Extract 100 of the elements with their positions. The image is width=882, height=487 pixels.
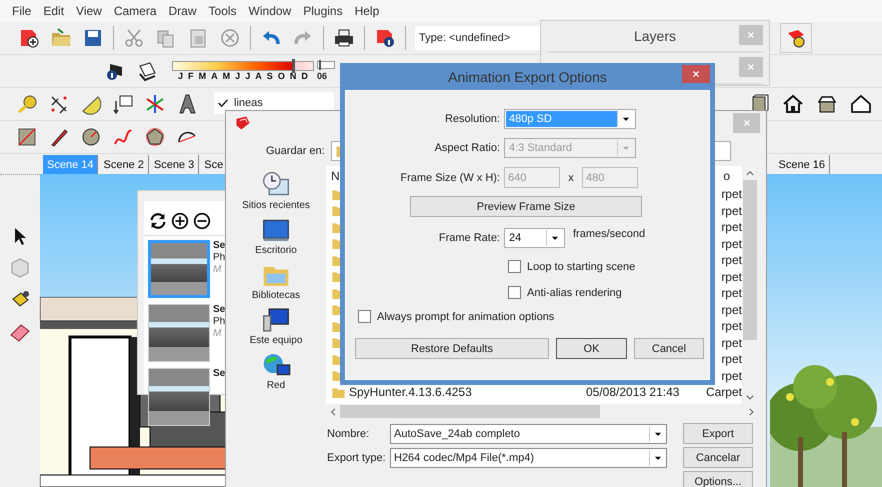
place-label[interactable]: Sitios recientes — [242, 200, 310, 211]
file-type: rpet — [720, 204, 742, 218]
menu-item[interactable]: View — [70, 4, 108, 18]
file-type: rpet — [720, 336, 742, 350]
export-type-label: Export type: — [327, 452, 387, 464]
scene-thumbnail[interactable] — [148, 240, 210, 298]
file-type: rpet — [720, 270, 742, 284]
month-label: S — [266, 71, 273, 81]
tape-measure-icon[interactable] — [16, 93, 38, 115]
scene-name: Se — [213, 304, 226, 316]
refresh-icon[interactable] — [148, 211, 168, 231]
month-label: J — [245, 71, 250, 81]
dialog-title: Animation Export Options — [448, 68, 607, 84]
month-label: J — [178, 71, 184, 81]
circle-icon[interactable] — [80, 126, 102, 148]
printer-icon[interactable] — [333, 27, 355, 49]
house-icon[interactable] — [850, 93, 872, 115]
rectangle-icon[interactable] — [16, 126, 38, 148]
checkbox-label: Anti-alias rendering — [527, 286, 622, 298]
menu-item[interactable]: Draw — [162, 4, 203, 18]
close-button[interactable] — [682, 65, 710, 83]
file-type: Carpet — [704, 385, 742, 400]
month-label: F — [188, 71, 194, 81]
menu-item[interactable]: Camera — [108, 4, 163, 18]
type-field[interactable]: Type: <undefined> — [415, 26, 542, 50]
time-slider[interactable] — [317, 61, 335, 69]
save-in-label: Guardar en: — [266, 145, 325, 157]
scene-name: Se — [213, 368, 226, 380]
resolution-label: Resolution: — [444, 113, 501, 125]
options-button[interactable]: Options... — [683, 471, 753, 487]
menu-item[interactable]: Plugins — [297, 4, 349, 18]
restore-defaults-button[interactable]: Restore Defaults — [355, 338, 549, 359]
scene-description: Ph — [213, 316, 226, 328]
file-type: rpet — [720, 187, 742, 202]
scene-note: M — [213, 328, 222, 340]
scene-thumbnail[interactable] — [148, 304, 210, 362]
menu-item[interactable]: Tools — [202, 4, 243, 18]
slider-thumb[interactable] — [318, 60, 321, 70]
month-label: A — [211, 71, 218, 81]
file-date: 05/08/2013 21:43 — [586, 385, 680, 400]
remove-icon[interactable] — [192, 211, 212, 231]
checkbox[interactable] — [358, 310, 371, 323]
place-label[interactable]: Escritorio — [255, 245, 297, 256]
checkbox-label: Always prompt for animation options — [377, 310, 554, 322]
file-type: rpet — [720, 220, 742, 234]
preview-frame-size-button[interactable]: Preview Frame Size — [410, 196, 642, 217]
place-label[interactable]: Este equipo — [250, 335, 302, 346]
checkbox[interactable] — [508, 286, 521, 299]
file-type: rpet — [720, 253, 742, 268]
scene-note: M — [213, 264, 222, 276]
frame-rate-dropdown[interactable]: 24 — [504, 228, 565, 248]
time-label: 06 — [317, 71, 328, 81]
file-name-label: Nombre: — [327, 428, 370, 440]
month-label: D — [301, 71, 308, 81]
ok-button[interactable]: OK — [556, 338, 627, 359]
place-label[interactable]: Red — [266, 380, 286, 391]
place-label[interactable]: Bibliotecas — [252, 290, 300, 301]
checkbox-label: Loop to starting scene — [527, 260, 636, 272]
month-label: M — [222, 71, 230, 81]
frame-rate-label: Frame Rate: — [438, 232, 501, 244]
menu-item[interactable]: Help — [348, 4, 386, 18]
panel-title[interactable]: Layers — [634, 28, 676, 44]
scene-thumbnail[interactable] — [148, 368, 210, 426]
text-label-icon[interactable] — [112, 93, 134, 115]
scene-description: Ph — [213, 252, 226, 264]
model-info-icon[interactable] — [374, 27, 396, 49]
month-label: N — [290, 71, 296, 81]
file-type: rpet — [720, 368, 742, 383]
file-type: rpet — [720, 302, 742, 317]
frame-rate-unit: frames/second — [573, 228, 646, 240]
month-slider[interactable] — [172, 61, 314, 71]
file-type: rpet — [720, 352, 742, 366]
export-button[interactable]: Export — [683, 423, 753, 444]
file-type: rpet — [720, 319, 742, 334]
file-name[interactable]: SpyHunter.4.13.6.4253 — [349, 385, 472, 400]
open-folder-icon[interactable] — [50, 27, 72, 49]
scene-name: Se — [213, 240, 226, 252]
frame-size-label: Frame Size (W x H): — [399, 172, 501, 184]
month-label: A — [255, 71, 262, 81]
menu-item[interactable]: Edit — [37, 4, 70, 18]
add-icon[interactable] — [170, 211, 190, 231]
cancel-button[interactable]: Cancel — [634, 338, 704, 359]
cancel-button[interactable]: Cancelar — [683, 447, 753, 468]
slider-thumb[interactable] — [292, 59, 296, 73]
axes-icon[interactable] — [144, 93, 166, 115]
house-icon[interactable] — [782, 93, 804, 115]
menu-item[interactable]: File — [6, 4, 38, 18]
month-label: O — [278, 71, 285, 81]
checkbox[interactable] — [508, 260, 521, 273]
file-type: rpet — [720, 236, 742, 251]
aspect-ratio-label: Aspect Ratio: — [434, 142, 501, 154]
layer-name: lineas — [234, 97, 263, 109]
file-name-field[interactable]: AutoSave_24ab completo — [390, 424, 667, 444]
size-separator: x — [567, 172, 575, 184]
menu-item[interactable]: Window — [242, 4, 298, 18]
export-type-dropdown[interactable]: H264 codec/Mp4 File(*.mp4) — [390, 448, 667, 468]
polygon-icon[interactable] — [144, 126, 166, 148]
month-label: M — [198, 71, 206, 81]
new-file-icon[interactable] — [18, 27, 40, 49]
file-type: rpet — [720, 286, 742, 300]
